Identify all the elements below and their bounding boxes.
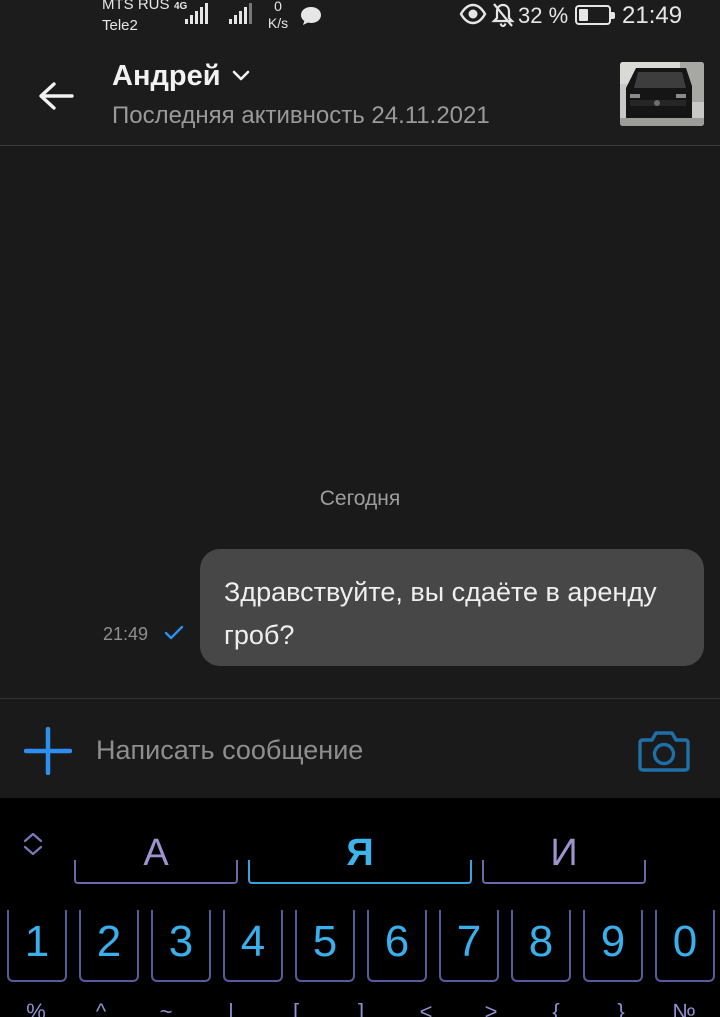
on-screen-keyboard: А Я И 1 2 3 4 5 6 7 8 9 0 <box>0 798 720 1017</box>
listing-thumbnail[interactable] <box>620 62 704 126</box>
chat-header: Андрей Последняя активность 24.11.2021 <box>0 42 720 146</box>
message-input[interactable] <box>96 729 596 771</box>
camera-icon[interactable] <box>637 728 691 774</box>
key-symbol[interactable]: ] <box>346 997 376 1017</box>
key-label: 7 <box>456 917 482 966</box>
key-symbol[interactable]: % <box>21 997 51 1017</box>
battery-percent: 32 % <box>518 3 569 28</box>
van-photo-icon <box>620 62 704 126</box>
message-list[interactable]: Сегодня 21:49 Здравствуйте, вы сдаёте в … <box>0 147 720 698</box>
chevron-down-icon[interactable] <box>232 70 250 82</box>
chat-notification-icon <box>301 7 321 25</box>
key-label: 5 <box>312 917 338 966</box>
signal-strength-icon <box>185 3 208 24</box>
arrow-left-icon <box>39 82 74 110</box>
key-number[interactable]: 1 <box>5 902 69 982</box>
key-number[interactable]: 8 <box>509 902 573 982</box>
key-symbol[interactable]: } <box>606 997 636 1017</box>
key-number[interactable]: 5 <box>293 902 357 982</box>
key-label: 0 <box>672 917 698 966</box>
eye-comfort-icon <box>459 3 487 25</box>
key-label: 3 <box>168 917 194 966</box>
message-text: Здравствуйте, вы сдаёте в аренду гроб? <box>224 577 657 650</box>
key-number[interactable]: 3 <box>149 902 213 982</box>
signal-strength-icon <box>229 3 252 24</box>
network-speed: 0 K/s <box>264 0 292 32</box>
key-symbol[interactable]: > <box>476 997 506 1017</box>
plus-icon[interactable] <box>24 727 72 775</box>
suggestion-label: Я <box>346 831 374 874</box>
key-symbol[interactable]: { <box>541 997 571 1017</box>
message-time: 21:49 <box>103 624 149 644</box>
suggestion-label: А <box>143 831 169 874</box>
network-speed-value: 0 <box>274 0 282 14</box>
last-activity: Последняя активность 24.11.2021 <box>112 102 490 129</box>
key-number[interactable]: 2 <box>77 902 141 982</box>
key-label: 6 <box>384 917 410 966</box>
key-label: 2 <box>96 917 122 966</box>
suggestion-label: И <box>550 831 578 874</box>
key-label: 1 <box>24 917 50 966</box>
key-symbol[interactable]: [ <box>281 997 311 1017</box>
key-label: 9 <box>600 917 626 966</box>
status-bar: MTS RUS Tele2 4G 0 K/s 32 % 21:49 <box>0 0 720 42</box>
symbol-row: % ^ ~ | [ ] < > { } № <box>0 996 720 1017</box>
suggestion-key-primary[interactable]: Я <box>248 822 472 884</box>
date-separator: Сегодня <box>319 487 401 510</box>
suggestion-key[interactable]: А <box>74 822 238 884</box>
contact-name[interactable]: Андрей <box>112 60 221 93</box>
compose-bar <box>0 698 720 798</box>
sent-check-icon <box>164 625 184 640</box>
battery-fill <box>579 9 588 21</box>
key-symbol[interactable]: № <box>669 997 699 1017</box>
status-clock: 21:49 <box>622 2 683 29</box>
key-number[interactable]: 9 <box>581 902 645 982</box>
network-speed-unit: K/s <box>267 15 289 31</box>
back-button[interactable] <box>30 70 82 122</box>
key-label: 8 <box>528 917 554 966</box>
battery-icon <box>575 5 615 25</box>
suggestion-key[interactable]: И <box>482 822 646 884</box>
bell-muted-icon <box>491 3 515 28</box>
key-number[interactable]: 6 <box>365 902 429 982</box>
key-label: 4 <box>240 917 266 966</box>
key-symbol[interactable]: ~ <box>151 997 181 1017</box>
key-symbol[interactable]: ^ <box>86 997 116 1017</box>
key-symbol[interactable]: | <box>216 997 246 1017</box>
carrier-secondary: Tele2 <box>102 17 138 34</box>
key-number[interactable]: 4 <box>221 902 285 982</box>
key-number[interactable]: 0 <box>653 902 717 982</box>
carrier-primary: MTS RUS <box>102 0 170 13</box>
key-number[interactable]: 7 <box>437 902 501 982</box>
key-symbol[interactable]: < <box>411 997 441 1017</box>
chevron-up-down-icon[interactable] <box>20 830 46 858</box>
screen: MTS RUS Tele2 4G 0 K/s 32 % 21:49 Андрей… <box>0 0 720 1017</box>
message-bubble[interactable]: Здравствуйте, вы сдаёте в аренду гроб? <box>200 549 704 666</box>
number-row: 1 2 3 4 5 6 7 8 9 0 <box>0 902 720 982</box>
